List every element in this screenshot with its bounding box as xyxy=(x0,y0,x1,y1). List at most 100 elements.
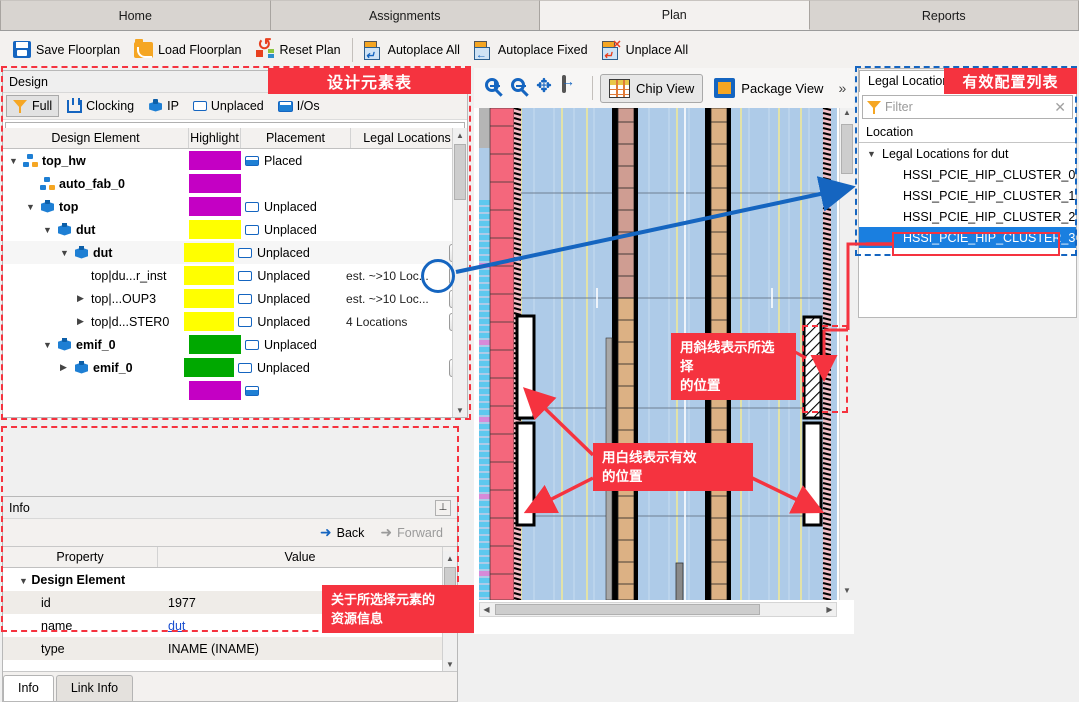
highlight-color-swatch[interactable] xyxy=(189,381,241,400)
filter-ip-button[interactable]: IP xyxy=(142,96,185,117)
legal-location-item[interactable]: HSSI_PCIE_HIP_CLUSTER_2 xyxy=(859,206,1076,227)
col-placement[interactable]: Placement xyxy=(241,128,351,148)
highlight-color-swatch[interactable] xyxy=(184,289,234,308)
design-tree-row[interactable]: ▼topUnplaced xyxy=(3,195,467,218)
scroll-up-icon[interactable]: ▲ xyxy=(443,551,457,565)
design-tree-row[interactable]: ▼top_hwPlaced xyxy=(3,149,467,172)
highlight-color-swatch[interactable] xyxy=(189,151,241,170)
expander-icon[interactable]: ▼ xyxy=(60,248,70,258)
expander-icon[interactable]: ▶ xyxy=(60,362,70,373)
unplace-all-button[interactable]: ↵✕ Unplace All xyxy=(595,38,696,61)
placement-cell[interactable]: Unplaced xyxy=(234,292,340,306)
tab-reports[interactable]: Reports xyxy=(810,0,1079,30)
placement-cell[interactable]: Unplaced xyxy=(241,200,351,214)
scroll-up-icon[interactable]: ▲ xyxy=(453,128,467,142)
chip-horizontal-scrollbar[interactable]: ◀ ▶ xyxy=(479,602,837,617)
col-property[interactable]: Property xyxy=(3,547,158,567)
clear-filter-icon[interactable]: ✕ xyxy=(1054,99,1068,116)
toolbar-overflow-icon[interactable]: » xyxy=(834,80,846,96)
placement-cell[interactable]: Unplaced xyxy=(234,361,340,375)
filter-clocking-button[interactable]: Clocking xyxy=(61,96,140,116)
forward-button[interactable]: ➜ Forward xyxy=(380,524,443,541)
design-tree-row[interactable]: auto_fab_0 xyxy=(3,172,467,195)
expander-icon[interactable]: ▼ xyxy=(9,156,19,166)
info-scrollbar[interactable]: ▲ ▼ xyxy=(442,551,457,671)
chip-floorplan-canvas[interactable] xyxy=(479,108,837,600)
design-tree-row[interactable] xyxy=(3,379,467,402)
legal-locations-filter-input[interactable]: Filter ✕ xyxy=(862,95,1073,119)
scroll-left-icon[interactable]: ◀ xyxy=(480,603,493,616)
col-value[interactable]: Value xyxy=(158,547,443,567)
scroll-right-icon[interactable]: ▶ xyxy=(823,603,836,616)
design-tree-row[interactable]: top|du...r_instUnplacedest. ~>10 Loc...» xyxy=(3,264,467,287)
tab-link-info[interactable]: Link Info xyxy=(56,675,133,701)
save-floorplan-button[interactable]: Save Floorplan xyxy=(6,38,127,61)
expander-icon[interactable]: ▶ xyxy=(77,316,87,327)
design-tree-scrollbar[interactable]: ▲ ▼ xyxy=(452,128,467,417)
placement-cell[interactable]: Placed xyxy=(241,154,351,168)
scroll-thumb[interactable] xyxy=(454,144,466,200)
highlight-color-swatch[interactable] xyxy=(189,335,241,354)
legal-location-item[interactable]: HSSI_PCIE_HIP_CLUSTER_3 xyxy=(859,227,1076,248)
tab-home[interactable]: Home xyxy=(0,0,271,30)
tab-plan[interactable]: Plan xyxy=(540,0,810,30)
highlight-color-swatch[interactable] xyxy=(184,266,234,285)
highlight-color-swatch[interactable] xyxy=(189,220,241,239)
scroll-up-icon[interactable]: ▲ xyxy=(840,108,854,122)
placement-cell[interactable]: Unplaced xyxy=(241,223,351,237)
placement-cell[interactable]: Unplaced xyxy=(241,338,351,352)
design-tree-row[interactable]: ▼emif_0Unplaced xyxy=(3,333,467,356)
back-button[interactable]: ➜ Back xyxy=(320,524,365,541)
zoom-in-button[interactable] xyxy=(484,77,507,100)
property-value[interactable]: dut xyxy=(158,619,443,633)
expander-icon[interactable]: ▶ xyxy=(77,293,87,304)
group-expander-icon[interactable]: ▼ xyxy=(19,576,28,586)
col-highlight[interactable]: Highlight xyxy=(189,128,241,148)
package-view-button[interactable]: Package View xyxy=(706,74,831,102)
highlight-color-swatch[interactable] xyxy=(184,358,234,377)
placement-cell[interactable]: Unplaced xyxy=(234,246,340,260)
scroll-down-icon[interactable]: ▼ xyxy=(453,403,467,417)
highlight-color-swatch[interactable] xyxy=(184,312,234,331)
property-row[interactable]: id1977 xyxy=(3,591,457,614)
property-value-link[interactable]: dut xyxy=(168,619,185,633)
filter-ios-button[interactable]: I/Os xyxy=(272,96,326,116)
filter-unplaced-button[interactable]: Unplaced xyxy=(187,96,270,116)
placement-cell[interactable] xyxy=(241,386,351,396)
reset-plan-button[interactable]: Reset Plan xyxy=(248,38,347,61)
highlight-color-swatch[interactable] xyxy=(189,197,241,216)
highlight-color-swatch[interactable] xyxy=(189,174,241,193)
placement-cell[interactable]: Unplaced xyxy=(234,315,340,329)
scroll-down-icon[interactable]: ▼ xyxy=(443,657,457,671)
design-tree-row[interactable]: ▼dutUnplaced» xyxy=(3,241,467,264)
col-design-element[interactable]: Design Element xyxy=(3,128,189,148)
filter-full-button[interactable]: Full xyxy=(6,95,59,117)
expander-icon[interactable]: ▼ xyxy=(43,225,53,235)
property-row[interactable]: typeINAME (INAME) xyxy=(3,637,457,660)
load-floorplan-button[interactable]: Load Floorplan xyxy=(127,39,248,61)
design-tree-row[interactable]: ▼dutUnplaced xyxy=(3,218,467,241)
design-tree-row[interactable]: ▶top|...OUP3Unplacedest. ~>10 Loc...» xyxy=(3,287,467,310)
pin-icon[interactable]: ⊥ xyxy=(435,500,451,516)
scroll-thumb[interactable] xyxy=(495,604,760,615)
autoplace-all-button[interactable]: ↵ Autoplace All xyxy=(357,38,467,61)
tab-legal-locations[interactable]: Legal Locations xyxy=(859,70,965,92)
placement-cell[interactable]: Unplaced xyxy=(234,269,340,283)
highlight-color-swatch[interactable] xyxy=(184,243,234,262)
design-tree-row[interactable]: ▶emif_0Unplaced» xyxy=(3,356,467,379)
chip-vertical-scrollbar[interactable]: ▲ ▼ xyxy=(839,108,854,600)
scroll-down-icon[interactable]: ▼ xyxy=(840,586,854,600)
legal-locations-column-header[interactable]: Location xyxy=(859,122,1076,143)
legal-locations-group-row[interactable]: ▼ Legal Locations for dut xyxy=(859,143,1076,164)
scroll-thumb[interactable] xyxy=(444,567,456,601)
property-group-row[interactable]: ▼ Design Element xyxy=(3,568,457,591)
fit-to-page-button[interactable] xyxy=(562,77,585,100)
legal-location-item[interactable]: HSSI_PCIE_HIP_CLUSTER_0 xyxy=(859,164,1076,185)
legal-location-item[interactable]: HSSI_PCIE_HIP_CLUSTER_1 xyxy=(859,185,1076,206)
zoom-out-button[interactable] xyxy=(510,77,533,100)
pan-button[interactable]: ✥ xyxy=(536,77,559,100)
col-legal-locations[interactable]: Legal Locations xyxy=(351,128,464,148)
tab-assignments[interactable]: Assignments xyxy=(271,0,541,30)
group-expander-icon[interactable]: ▼ xyxy=(867,149,877,159)
expander-icon[interactable]: ▼ xyxy=(26,202,36,212)
